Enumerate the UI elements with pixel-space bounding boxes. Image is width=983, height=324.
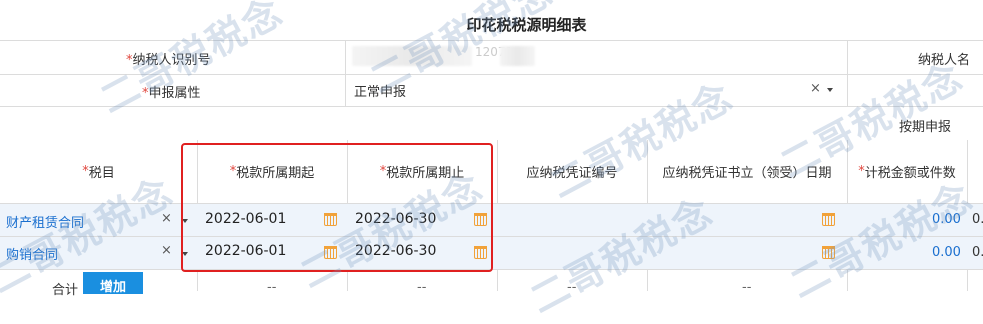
period-mode-text: 按期申报 [899,120,952,135]
amount-value[interactable]: 0.00 [932,212,961,227]
dash-text: -- [567,280,577,295]
tax-item-link[interactable]: 财产租赁合同 [6,212,84,231]
taxpayer-name-label: 纳税人名 [918,53,971,68]
header-amount: * 计税金额或件数 [858,164,956,181]
amount-value[interactable]: 0.00 [932,245,961,260]
page-title: 印花税税源明细表 [466,16,587,34]
dash-text: -- [267,280,277,295]
declare-attr-label: *申报属性 [142,86,201,101]
dash-text: -- [742,280,752,295]
clear-icon[interactable]: × [161,211,172,226]
divider [0,74,983,75]
calendar-icon[interactable] [822,213,835,226]
header-tax-item: * 税目 [82,164,115,181]
divider [0,40,983,41]
extra-value: 0. [972,245,983,260]
taxpayer-id-label: *纳税人识别号 [126,53,211,68]
dash-text: -- [417,280,427,295]
calendar-icon[interactable] [822,246,835,259]
redacted-value [500,46,535,66]
extra-value: 0. [972,212,983,227]
divider [0,106,983,107]
header-voucher-no: 应纳税凭证编号 [526,166,618,181]
clear-icon[interactable]: × [810,81,821,96]
divider [345,40,346,106]
divider [847,40,848,106]
highlight-box [181,143,493,272]
redacted-value [352,46,472,66]
chevron-down-icon[interactable] [827,88,833,92]
tax-item-link[interactable]: 购销合同 [6,244,58,263]
total-label: 合计 [52,283,79,298]
declare-attr-select[interactable]: 正常申报 [354,81,406,100]
header-voucher-date: 应纳税凭证书立（领受）日期 [662,166,832,181]
clear-icon[interactable]: × [161,243,172,258]
